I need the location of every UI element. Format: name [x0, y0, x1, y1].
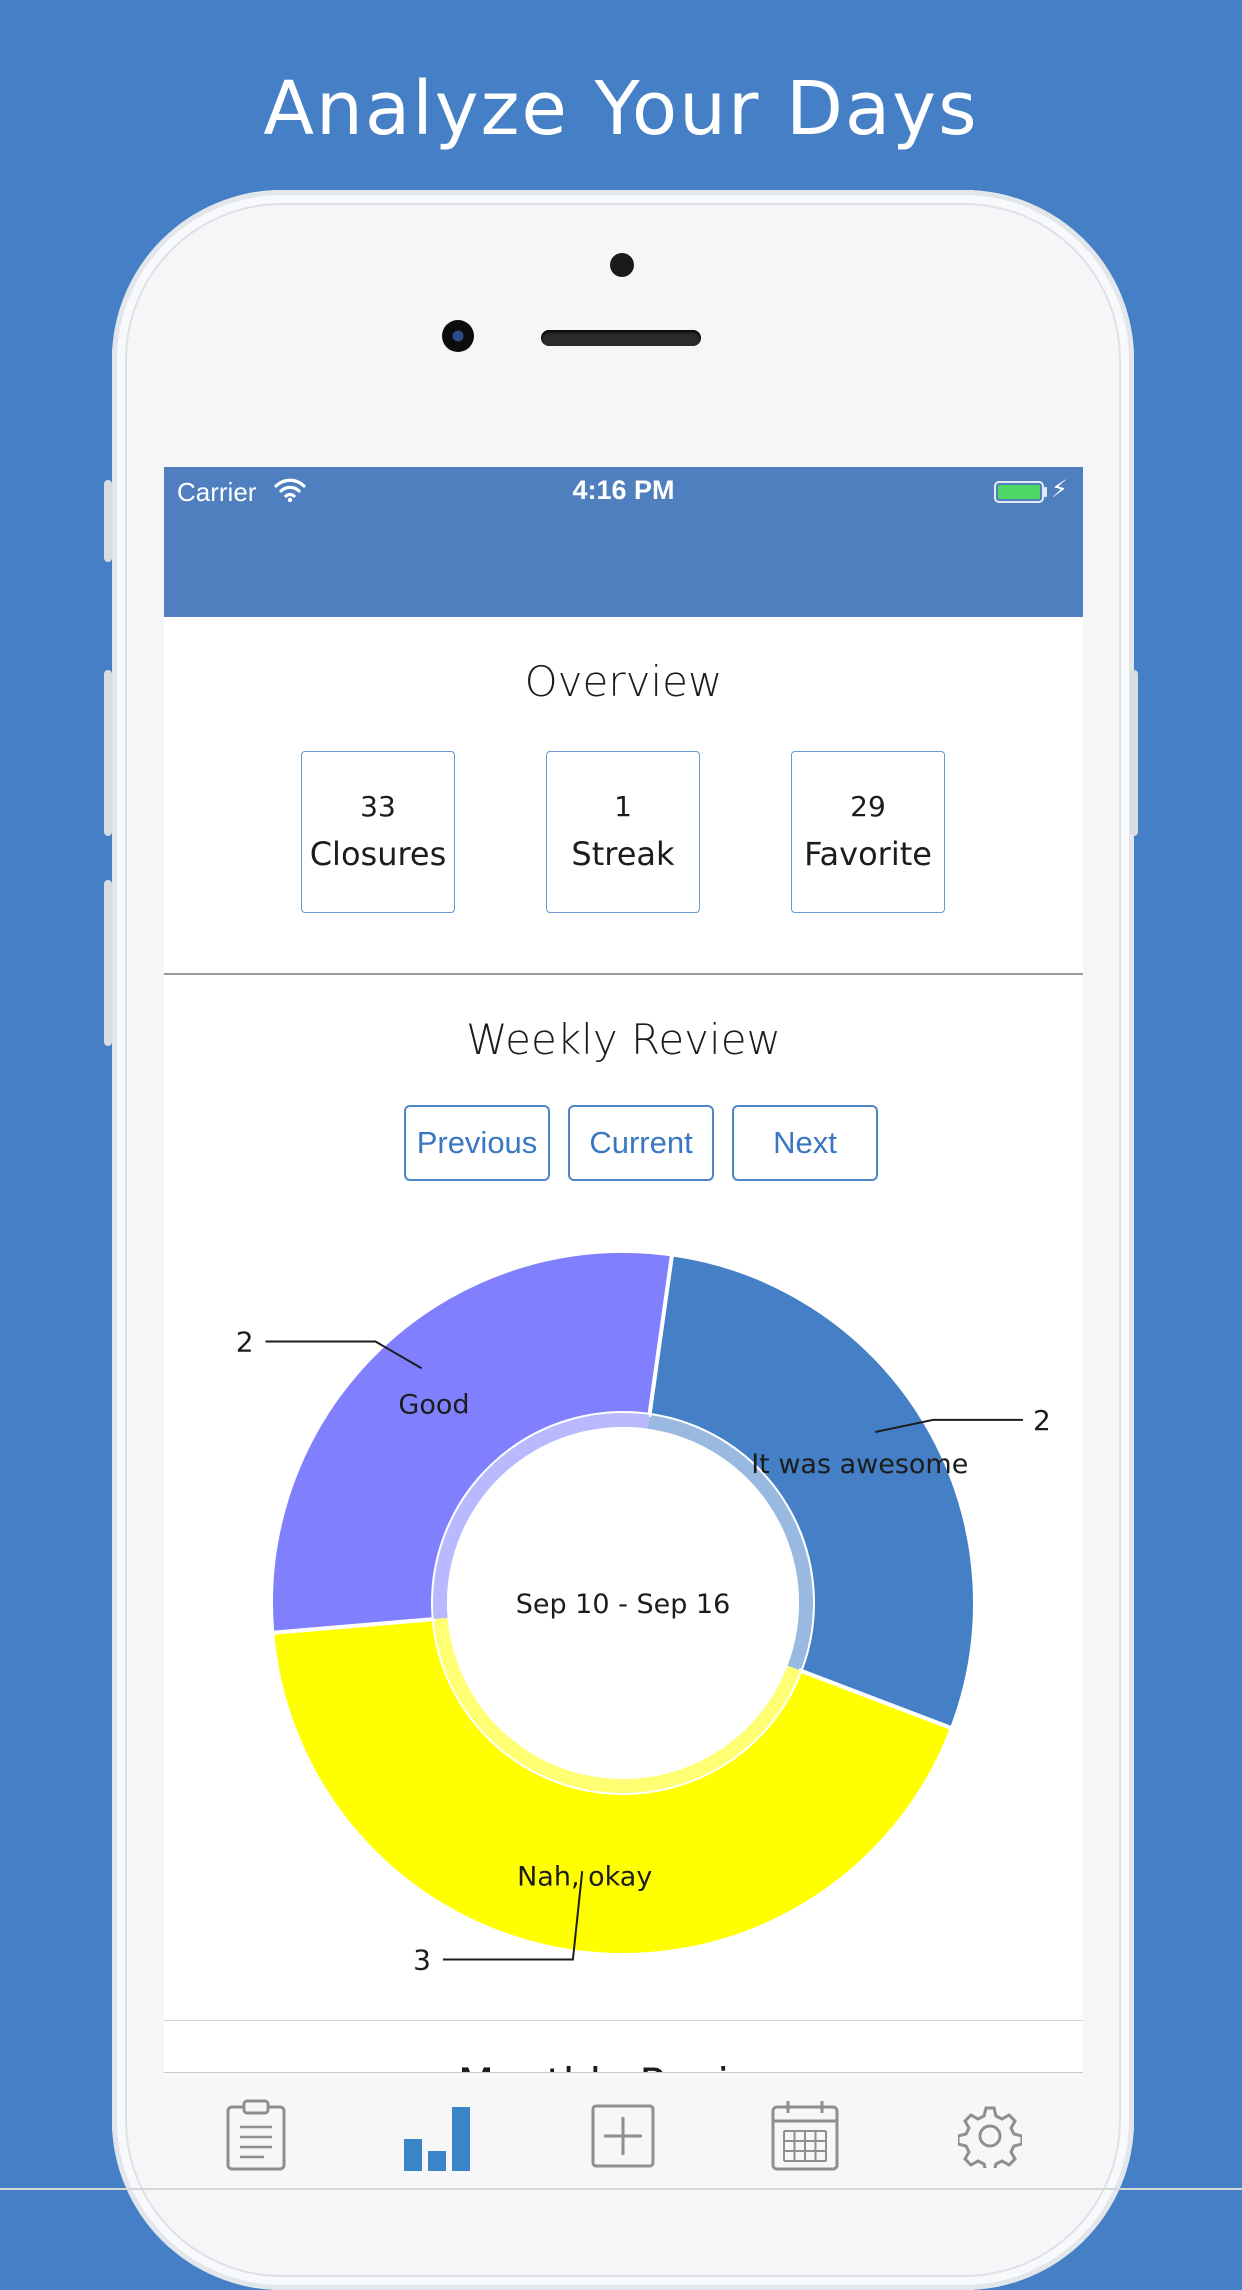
app-screen: Carrier 4:16 PM ⚡︎ Overview 33 Closures … — [164, 467, 1083, 2208]
current-button[interactable]: Current — [568, 1105, 714, 1181]
stat-closures: 33 Closures — [301, 751, 455, 913]
add-icon — [591, 2104, 655, 2168]
weekly-donut-chart: It was awesome 2 Nah, okay 3 Good 2 Sep 10 - S… — [236, 1249, 1051, 1976]
slice-value: 3 — [413, 1943, 431, 1976]
battery-icon — [994, 481, 1044, 503]
stat-value: 29 — [850, 790, 886, 823]
stat-label: Closures — [309, 835, 447, 873]
slice-value: 2 — [236, 1326, 254, 1359]
front-camera — [442, 320, 474, 352]
stat-value: 33 — [360, 790, 396, 823]
battery-nub — [1044, 487, 1047, 497]
volume-down-button — [104, 880, 112, 1046]
headline: Analyze Your Days — [263, 66, 979, 152]
date-range-label: Sep 10 - Sep 16 — [516, 1589, 731, 1620]
bolt-icon: ⚡︎ — [1051, 475, 1068, 503]
earpiece-speaker — [541, 330, 701, 346]
volume-up-button — [104, 670, 112, 836]
screen-edge — [0, 2188, 1242, 2190]
stat-label: Streak — [571, 835, 675, 873]
section-divider — [164, 2020, 1083, 2021]
tab-stats[interactable] — [387, 2091, 487, 2181]
mute-switch — [104, 480, 112, 562]
bar-chart-icon — [404, 2107, 470, 2171]
tab-add[interactable] — [573, 2091, 673, 2181]
stat-value: 1 — [614, 790, 632, 823]
slice-value: 2 — [1033, 1404, 1051, 1437]
previous-button[interactable]: Previous — [404, 1105, 550, 1181]
slice-label: Good — [398, 1389, 469, 1420]
tab-settings[interactable] — [940, 2091, 1040, 2181]
power-button — [1130, 670, 1138, 836]
battery-level — [998, 485, 1040, 499]
clock: 4:16 PM — [572, 475, 675, 505]
slice-label: Nah, okay — [517, 1861, 652, 1892]
navigation-bar: Carrier 4:16 PM ⚡︎ — [164, 467, 1083, 617]
gear-icon — [958, 2106, 1022, 2168]
stat-favorite: 29 Favorite — [791, 751, 945, 913]
stat-label: Favorite — [804, 835, 932, 873]
stat-streak: 1 Streak — [546, 751, 700, 913]
slice-label: It was awesome — [751, 1449, 968, 1480]
clipboard-icon — [226, 2099, 286, 2171]
tab-calendar[interactable] — [755, 2091, 855, 2181]
overview-title: Overview — [524, 657, 723, 706]
calendar-icon — [771, 2101, 839, 2171]
tab-journal[interactable] — [206, 2091, 306, 2181]
next-button[interactable]: Next — [732, 1105, 878, 1181]
proximity-sensor — [610, 253, 634, 277]
weekly-review-title: Weekly Review — [466, 1015, 781, 1064]
section-divider — [164, 973, 1083, 975]
